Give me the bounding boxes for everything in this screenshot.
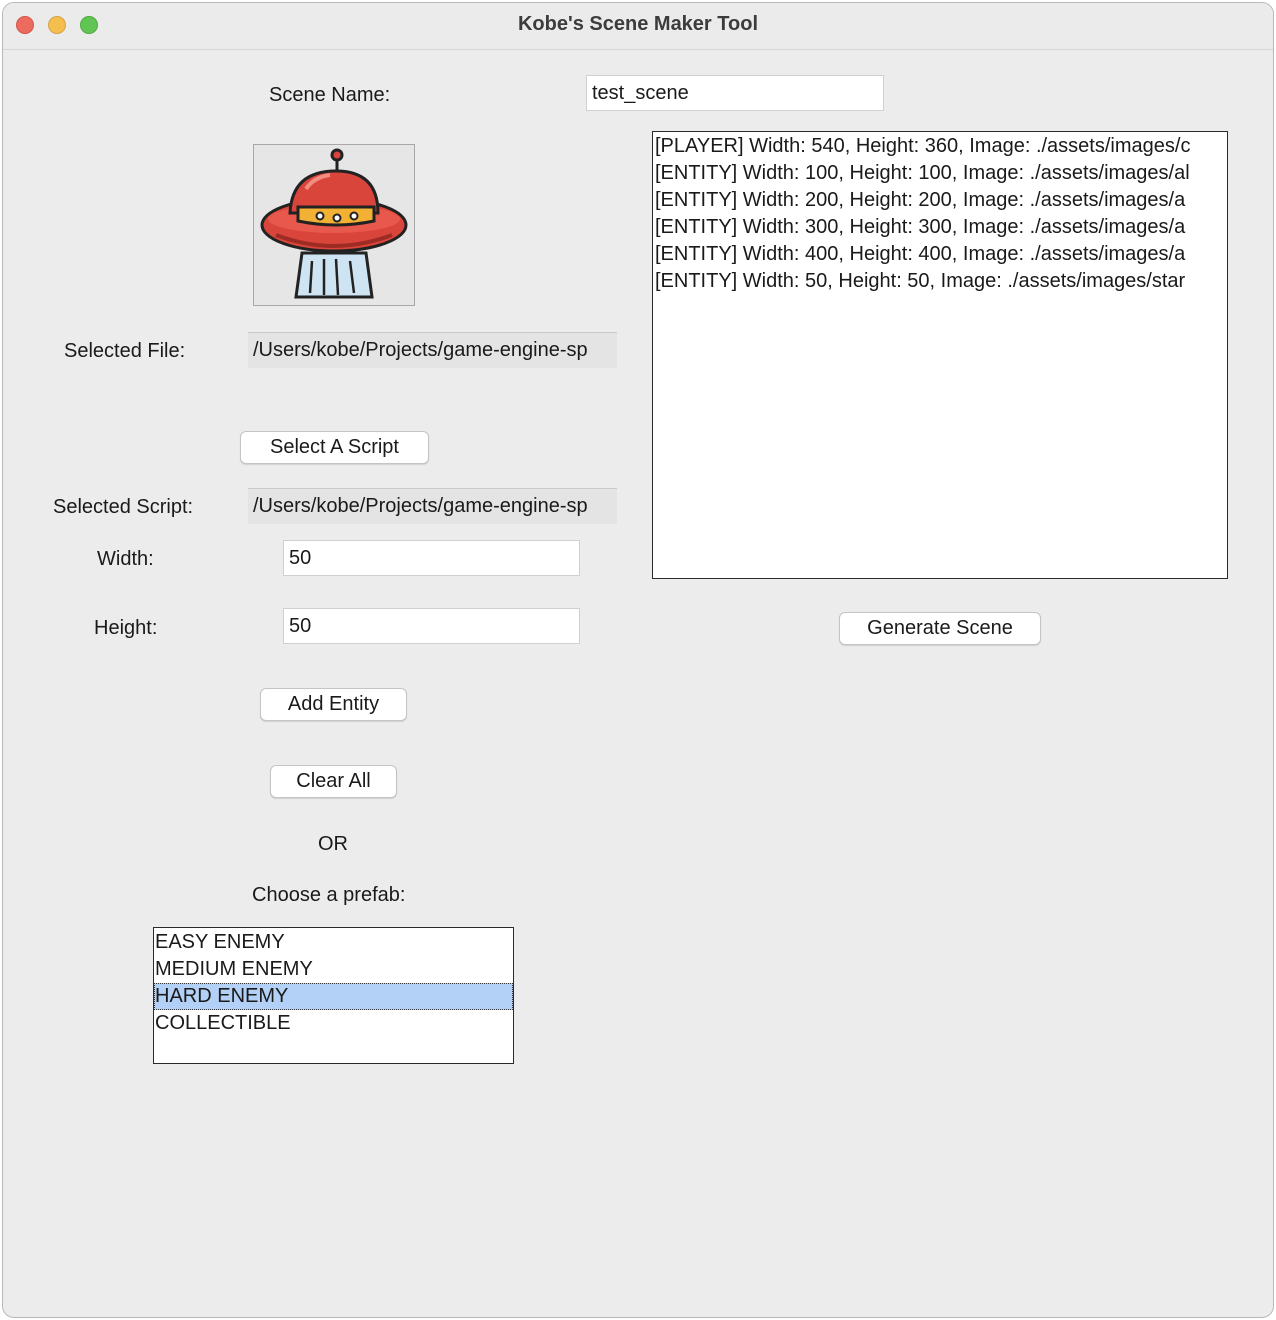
prefab-item[interactable]: MEDIUM ENEMY	[154, 956, 513, 983]
or-label: OR	[318, 833, 348, 855]
select-script-button[interactable]: Select A Script	[240, 431, 429, 464]
ufo-icon	[260, 148, 408, 299]
window-title: Kobe's Scene Maker Tool	[517, 13, 758, 35]
selected-file-label: Selected File:	[64, 340, 186, 362]
generate-scene-button[interactable]: Generate Scene	[839, 612, 1041, 645]
width-label: Width:	[97, 548, 154, 570]
selected-script-field: /Users/kobe/Projects/game-engine-sp	[248, 488, 617, 524]
selected-file-field: /Users/kobe/Projects/game-engine-sp	[248, 332, 617, 368]
prefab-item[interactable]: COLLECTIBLE	[154, 1010, 513, 1037]
clear-all-button[interactable]: Clear All	[270, 765, 397, 798]
prefab-label: Choose a prefab:	[252, 884, 406, 906]
entity-line: [ENTITY] Width: 50, Height: 50, Image: .…	[655, 270, 1186, 292]
height-label: Height:	[94, 617, 158, 639]
entity-line: [ENTITY] Width: 400, Height: 400, Image:…	[655, 243, 1186, 265]
prefab-item-selected[interactable]: HARD ENEMY	[154, 983, 513, 1010]
scene-name-label: Scene Name:	[269, 84, 391, 106]
title-bar: Kobe's Scene Maker Tool	[3, 3, 1273, 50]
image-preview	[253, 144, 415, 306]
entity-list-textarea[interactable]: [PLAYER] Width: 540, Height: 360, Image:…	[652, 131, 1228, 579]
add-entity-button[interactable]: Add Entity	[260, 688, 407, 721]
selected-script-label: Selected Script:	[53, 496, 194, 518]
prefab-listbox[interactable]: EASY ENEMY MEDIUM ENEMY HARD ENEMY COLLE…	[153, 927, 514, 1064]
height-input[interactable]: 50	[283, 608, 580, 644]
width-input[interactable]: 50	[283, 540, 580, 576]
entity-line: [ENTITY] Width: 300, Height: 300, Image:…	[655, 216, 1186, 238]
prefab-item[interactable]: EASY ENEMY	[154, 929, 513, 956]
entity-line: [ENTITY] Width: 200, Height: 200, Image:…	[655, 189, 1186, 211]
entity-line: [PLAYER] Width: 540, Height: 360, Image:…	[655, 135, 1191, 157]
scene-name-input[interactable]: test_scene	[586, 75, 884, 111]
entity-line: [ENTITY] Width: 100, Height: 100, Image:…	[655, 162, 1190, 184]
